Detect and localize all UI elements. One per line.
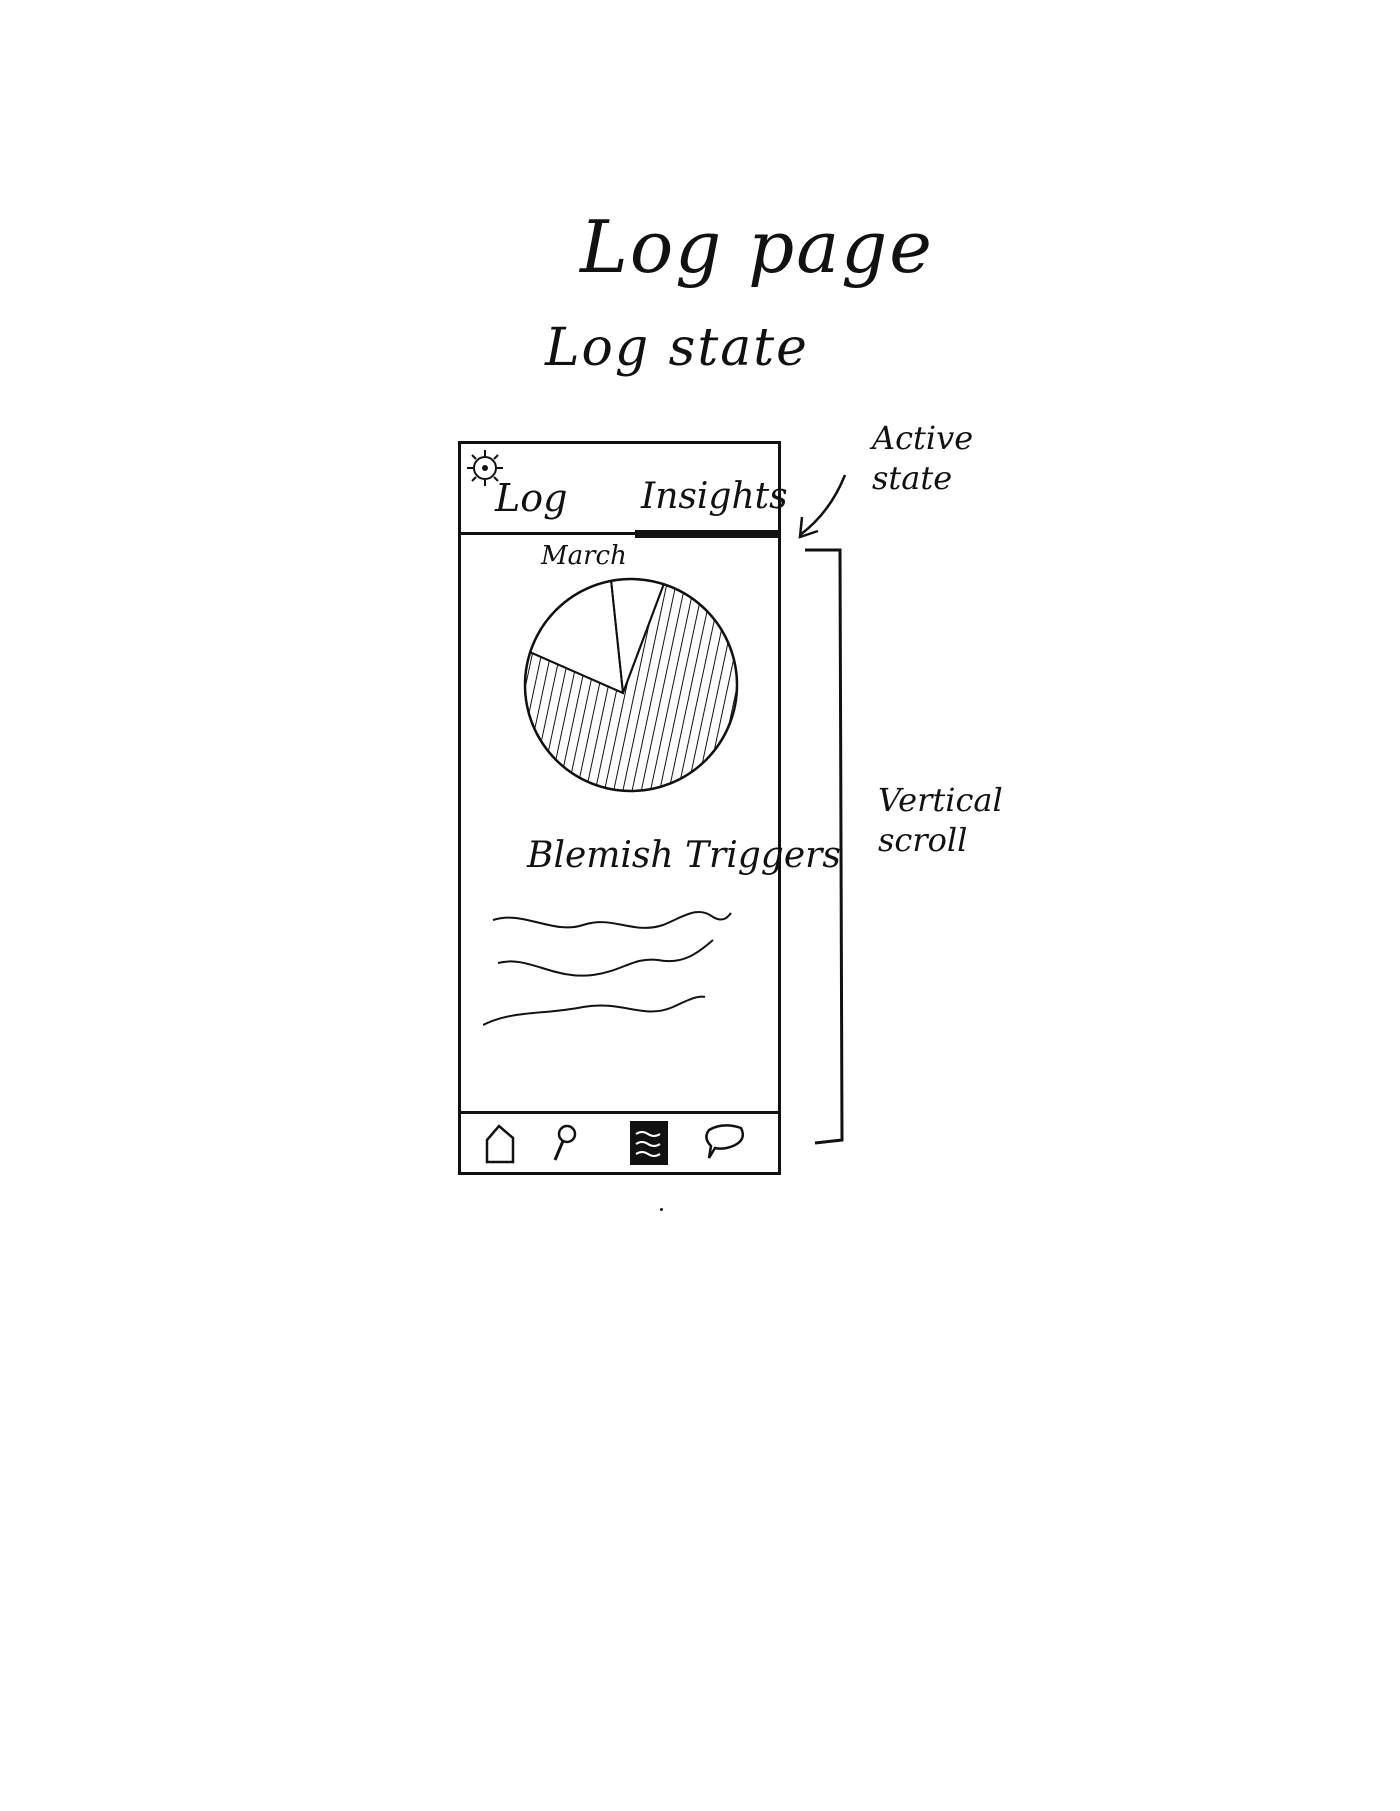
vertical-scroll-annotation: Vertical scroll (878, 781, 1003, 859)
home-icon[interactable] (481, 1120, 527, 1166)
bottom-nav (461, 1111, 778, 1172)
trigger-item-1 (492, 911, 732, 929)
trigger-item-3 (483, 995, 706, 1026)
sketch-title: Log page (580, 205, 934, 289)
sketch-subtitle: Log state (545, 318, 809, 378)
phone-frame: Log Insights March Blemish Triggers (458, 441, 841, 1175)
month-label: March (541, 541, 627, 571)
stray-mark (660, 1208, 663, 1211)
insights-content: March Blemish Triggers (461, 535, 841, 1112)
active-state-arrow (798, 474, 847, 539)
log-icon[interactable] (626, 1120, 672, 1166)
trigger-list (483, 911, 732, 1026)
tab-insights[interactable]: Insights (641, 476, 788, 517)
top-bar: Log Insights (461, 444, 788, 538)
tab-log[interactable]: Log (495, 476, 567, 520)
pie-chart (523, 577, 739, 793)
search-icon[interactable] (543, 1120, 589, 1166)
trigger-item-2 (497, 939, 714, 977)
chat-icon[interactable] (701, 1120, 747, 1166)
triggers-heading: Blemish Triggers (527, 835, 841, 876)
active-state-annotation: Active state (872, 419, 974, 497)
